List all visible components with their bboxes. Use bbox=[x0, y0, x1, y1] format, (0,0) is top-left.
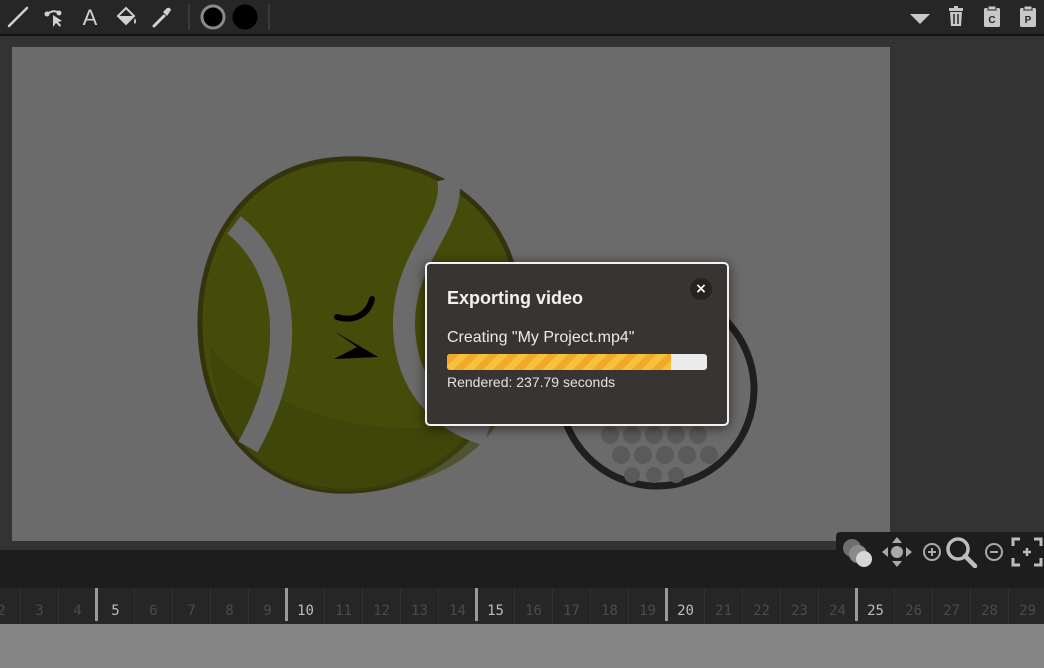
fit-to-screen-icon[interactable] bbox=[1010, 536, 1044, 572]
timeline-frame-5[interactable]: 5 bbox=[95, 588, 134, 624]
timeline-frame-26[interactable]: 26 bbox=[894, 588, 932, 624]
timeline-frame-16[interactable]: 16 bbox=[514, 588, 552, 624]
timeline-frame-23[interactable]: 23 bbox=[780, 588, 818, 624]
magnifier-icon[interactable] bbox=[944, 536, 978, 572]
top-toolbar: A C P bbox=[0, 0, 1044, 36]
export-status-text: Creating "My Project.mp4" bbox=[447, 329, 635, 346]
onion-skin-icon[interactable] bbox=[840, 536, 874, 572]
timeline-frame-20[interactable]: 20 bbox=[665, 588, 704, 624]
timeline-frame-8[interactable]: 8 bbox=[210, 588, 248, 624]
timeline-frame-ruler[interactable]: 2 3 4 5 6 7 8 9 10 11 12 13 14 15 16 17 18 19 20 21 22 23 24 25… bbox=[0, 588, 1044, 624]
stroke-color-swatch[interactable] bbox=[199, 3, 227, 31]
svg-text:C: C bbox=[988, 15, 995, 26]
fill-color-swatch[interactable] bbox=[231, 3, 259, 31]
dropdown-arrow-icon[interactable] bbox=[906, 3, 934, 31]
copy-icon[interactable]: C bbox=[978, 3, 1006, 31]
timeline-frame-14[interactable]: 14 bbox=[438, 588, 476, 624]
timeline-frame-2[interactable]: 2 bbox=[0, 588, 20, 624]
timeline-frame-24[interactable]: 24 bbox=[818, 588, 856, 624]
timeline-frame-9[interactable]: 9 bbox=[248, 588, 286, 624]
zoom-in-icon[interactable] bbox=[920, 536, 944, 572]
trash-icon[interactable] bbox=[942, 3, 970, 31]
toolbar-divider bbox=[268, 4, 270, 30]
timeline-frame-6[interactable]: 6 bbox=[134, 588, 172, 624]
timeline-frame-7[interactable]: 7 bbox=[172, 588, 210, 624]
brush-icon[interactable] bbox=[4, 3, 32, 31]
rendered-time-text: Rendered: 237.79 seconds bbox=[447, 374, 616, 390]
timeline-frame-21[interactable]: 21 bbox=[704, 588, 742, 624]
export-progress-fill bbox=[447, 354, 671, 370]
close-button[interactable]: × bbox=[690, 278, 712, 300]
zoom-out-icon[interactable] bbox=[982, 536, 1006, 572]
dialog-title: Exporting video bbox=[447, 288, 584, 308]
timeline-frame-27[interactable]: 27 bbox=[932, 588, 970, 624]
timeline-frame-12[interactable]: 12 bbox=[362, 588, 400, 624]
timeline-bottom-strip bbox=[0, 624, 1044, 668]
timeline-frame-28[interactable]: 28 bbox=[970, 588, 1008, 624]
export-video-dialog: Exporting video × Creating "My Project.m… bbox=[425, 262, 729, 426]
timeline-frame-4[interactable]: 4 bbox=[58, 588, 96, 624]
timeline-frame-25[interactable]: 25 bbox=[855, 588, 894, 624]
export-progress-bar bbox=[447, 354, 707, 370]
timeline-frame-15[interactable]: 15 bbox=[475, 588, 514, 624]
timeline-frame-3[interactable]: 3 bbox=[20, 588, 58, 624]
timeline-frame-13[interactable]: 13 bbox=[400, 588, 438, 624]
timeline-frame-11[interactable]: 11 bbox=[324, 588, 362, 624]
timeline-frame-19[interactable]: 19 bbox=[628, 588, 666, 624]
svg-text:P: P bbox=[1025, 15, 1032, 26]
timeline-frame-18[interactable]: 18 bbox=[590, 588, 628, 624]
pan-move-icon[interactable] bbox=[880, 536, 914, 572]
view-controls bbox=[836, 532, 1044, 572]
svg-text:A: A bbox=[83, 5, 98, 30]
timeline-frame-29[interactable]: 29 bbox=[1008, 588, 1044, 624]
timeline-frame-10[interactable]: 10 bbox=[285, 588, 324, 624]
paste-icon[interactable]: P bbox=[1014, 3, 1042, 31]
eyedropper-icon[interactable] bbox=[148, 3, 176, 31]
text-tool-icon[interactable]: A bbox=[76, 3, 104, 31]
timeline-frame-17[interactable]: 17 bbox=[552, 588, 590, 624]
path-edit-icon[interactable] bbox=[40, 3, 68, 31]
fill-bucket-icon[interactable] bbox=[112, 3, 140, 31]
timeline-frame-22[interactable]: 22 bbox=[742, 588, 780, 624]
toolbar-divider bbox=[188, 4, 190, 30]
